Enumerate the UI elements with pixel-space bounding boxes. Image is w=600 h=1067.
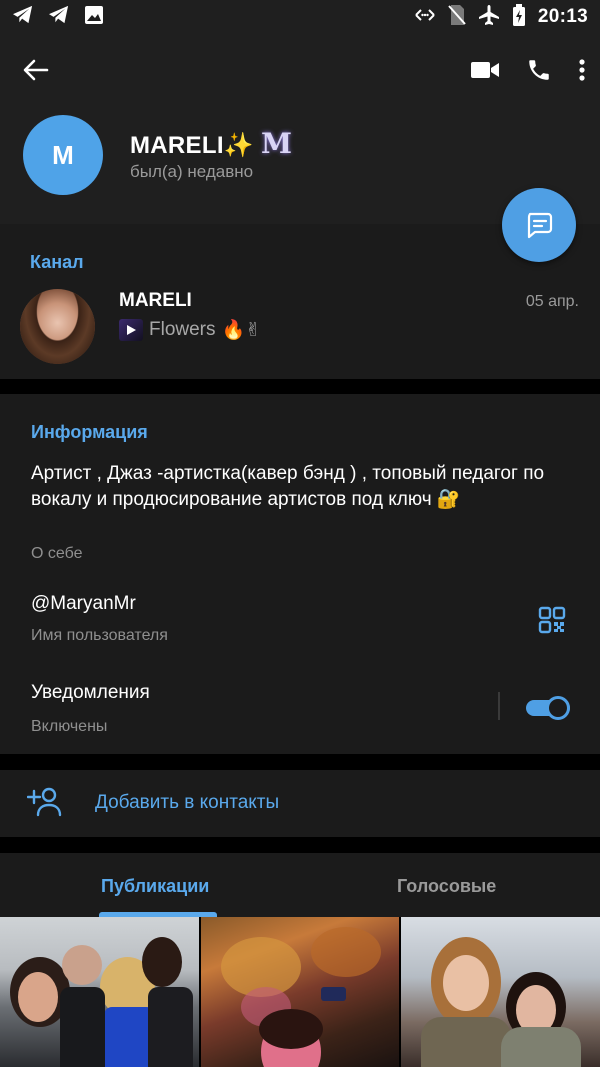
- more-options-button[interactable]: [578, 54, 586, 86]
- qr-code-button[interactable]: [538, 606, 566, 639]
- chat-bubble-icon: [527, 212, 553, 239]
- video-call-icon: [471, 62, 499, 78]
- profile-name-text: MARELI: [130, 132, 224, 159]
- status-bar: 20:13: [0, 0, 600, 34]
- about-text[interactable]: Артист , Джаз -артистка(кавер бэнд ) , т…: [31, 461, 576, 513]
- profile-header: M MARELI✨ M был(а) недавно: [0, 34, 600, 224]
- about-body: Артист , Джаз -артистка(кавер бэнд ) , т…: [31, 463, 545, 510]
- back-button[interactable]: [18, 54, 54, 86]
- status-time: 20:13: [537, 6, 588, 27]
- avatar[interactable]: M: [23, 115, 103, 195]
- channel-name[interactable]: MARELI: [119, 290, 192, 312]
- lock-emoji: 🔐: [436, 489, 461, 510]
- phone-icon: [529, 60, 549, 80]
- battery-icon: [512, 3, 526, 31]
- video-thumbnail-icon: [119, 319, 143, 341]
- last-message-text: Flowers: [149, 319, 216, 340]
- username-caption: Имя пользователя: [31, 627, 168, 644]
- back-arrow-icon: [23, 59, 49, 81]
- channel-date: 05 апр.: [525, 293, 579, 310]
- qr-code-icon: [538, 606, 566, 634]
- notifications-caption: Включены: [31, 718, 108, 735]
- add-contact-row[interactable]: Добавить в контакты: [0, 770, 600, 837]
- media-thumbnail[interactable]: [0, 917, 199, 1067]
- notifications-divider: [498, 692, 500, 720]
- media-grid: [0, 917, 600, 1067]
- video-call-button[interactable]: [470, 54, 500, 86]
- media-thumbnail[interactable]: [200, 917, 400, 1067]
- last-message-emoji: 🔥✌: [221, 320, 262, 341]
- channel-section-label: Канал: [30, 252, 84, 272]
- add-contact-label: Добавить в контакты: [95, 792, 280, 813]
- notifications-toggle[interactable]: [526, 696, 572, 720]
- telegram-icon: [12, 5, 34, 30]
- data-arrows-icon: [414, 8, 436, 27]
- info-section: Информация Артист , Джаз -артистка(кавер…: [0, 394, 600, 754]
- avatar-letter: M: [52, 139, 74, 170]
- profile-name: MARELI✨ M: [130, 127, 292, 160]
- channel-avatar[interactable]: [20, 289, 95, 364]
- phone-call-button[interactable]: [526, 54, 552, 86]
- tab-publications[interactable]: Публикации: [101, 876, 209, 897]
- airplane-icon: [478, 4, 500, 31]
- add-person-icon: [26, 787, 63, 822]
- about-caption: О себе: [31, 545, 83, 562]
- telegram-icon: [48, 5, 70, 30]
- monogram-emoji: M: [260, 127, 293, 160]
- notifications-title[interactable]: Уведомления: [31, 682, 150, 704]
- info-section-label: Информация: [31, 422, 148, 442]
- username[interactable]: @MaryanMr: [31, 593, 136, 615]
- channel-last-message[interactable]: Flowers 🔥✌: [119, 318, 261, 342]
- tab-voice[interactable]: Голосовые: [397, 876, 496, 897]
- media-thumbnail[interactable]: [401, 917, 600, 1067]
- image-icon: [84, 5, 104, 30]
- sparkle-emoji: ✨: [223, 132, 254, 159]
- no-sim-icon: [448, 4, 466, 31]
- message-fab-button[interactable]: [502, 188, 576, 262]
- last-seen-status: был(а) недавно: [130, 162, 254, 181]
- more-vert-icon: [579, 59, 585, 81]
- media-tabs: Публикации Голосовые: [0, 853, 600, 917]
